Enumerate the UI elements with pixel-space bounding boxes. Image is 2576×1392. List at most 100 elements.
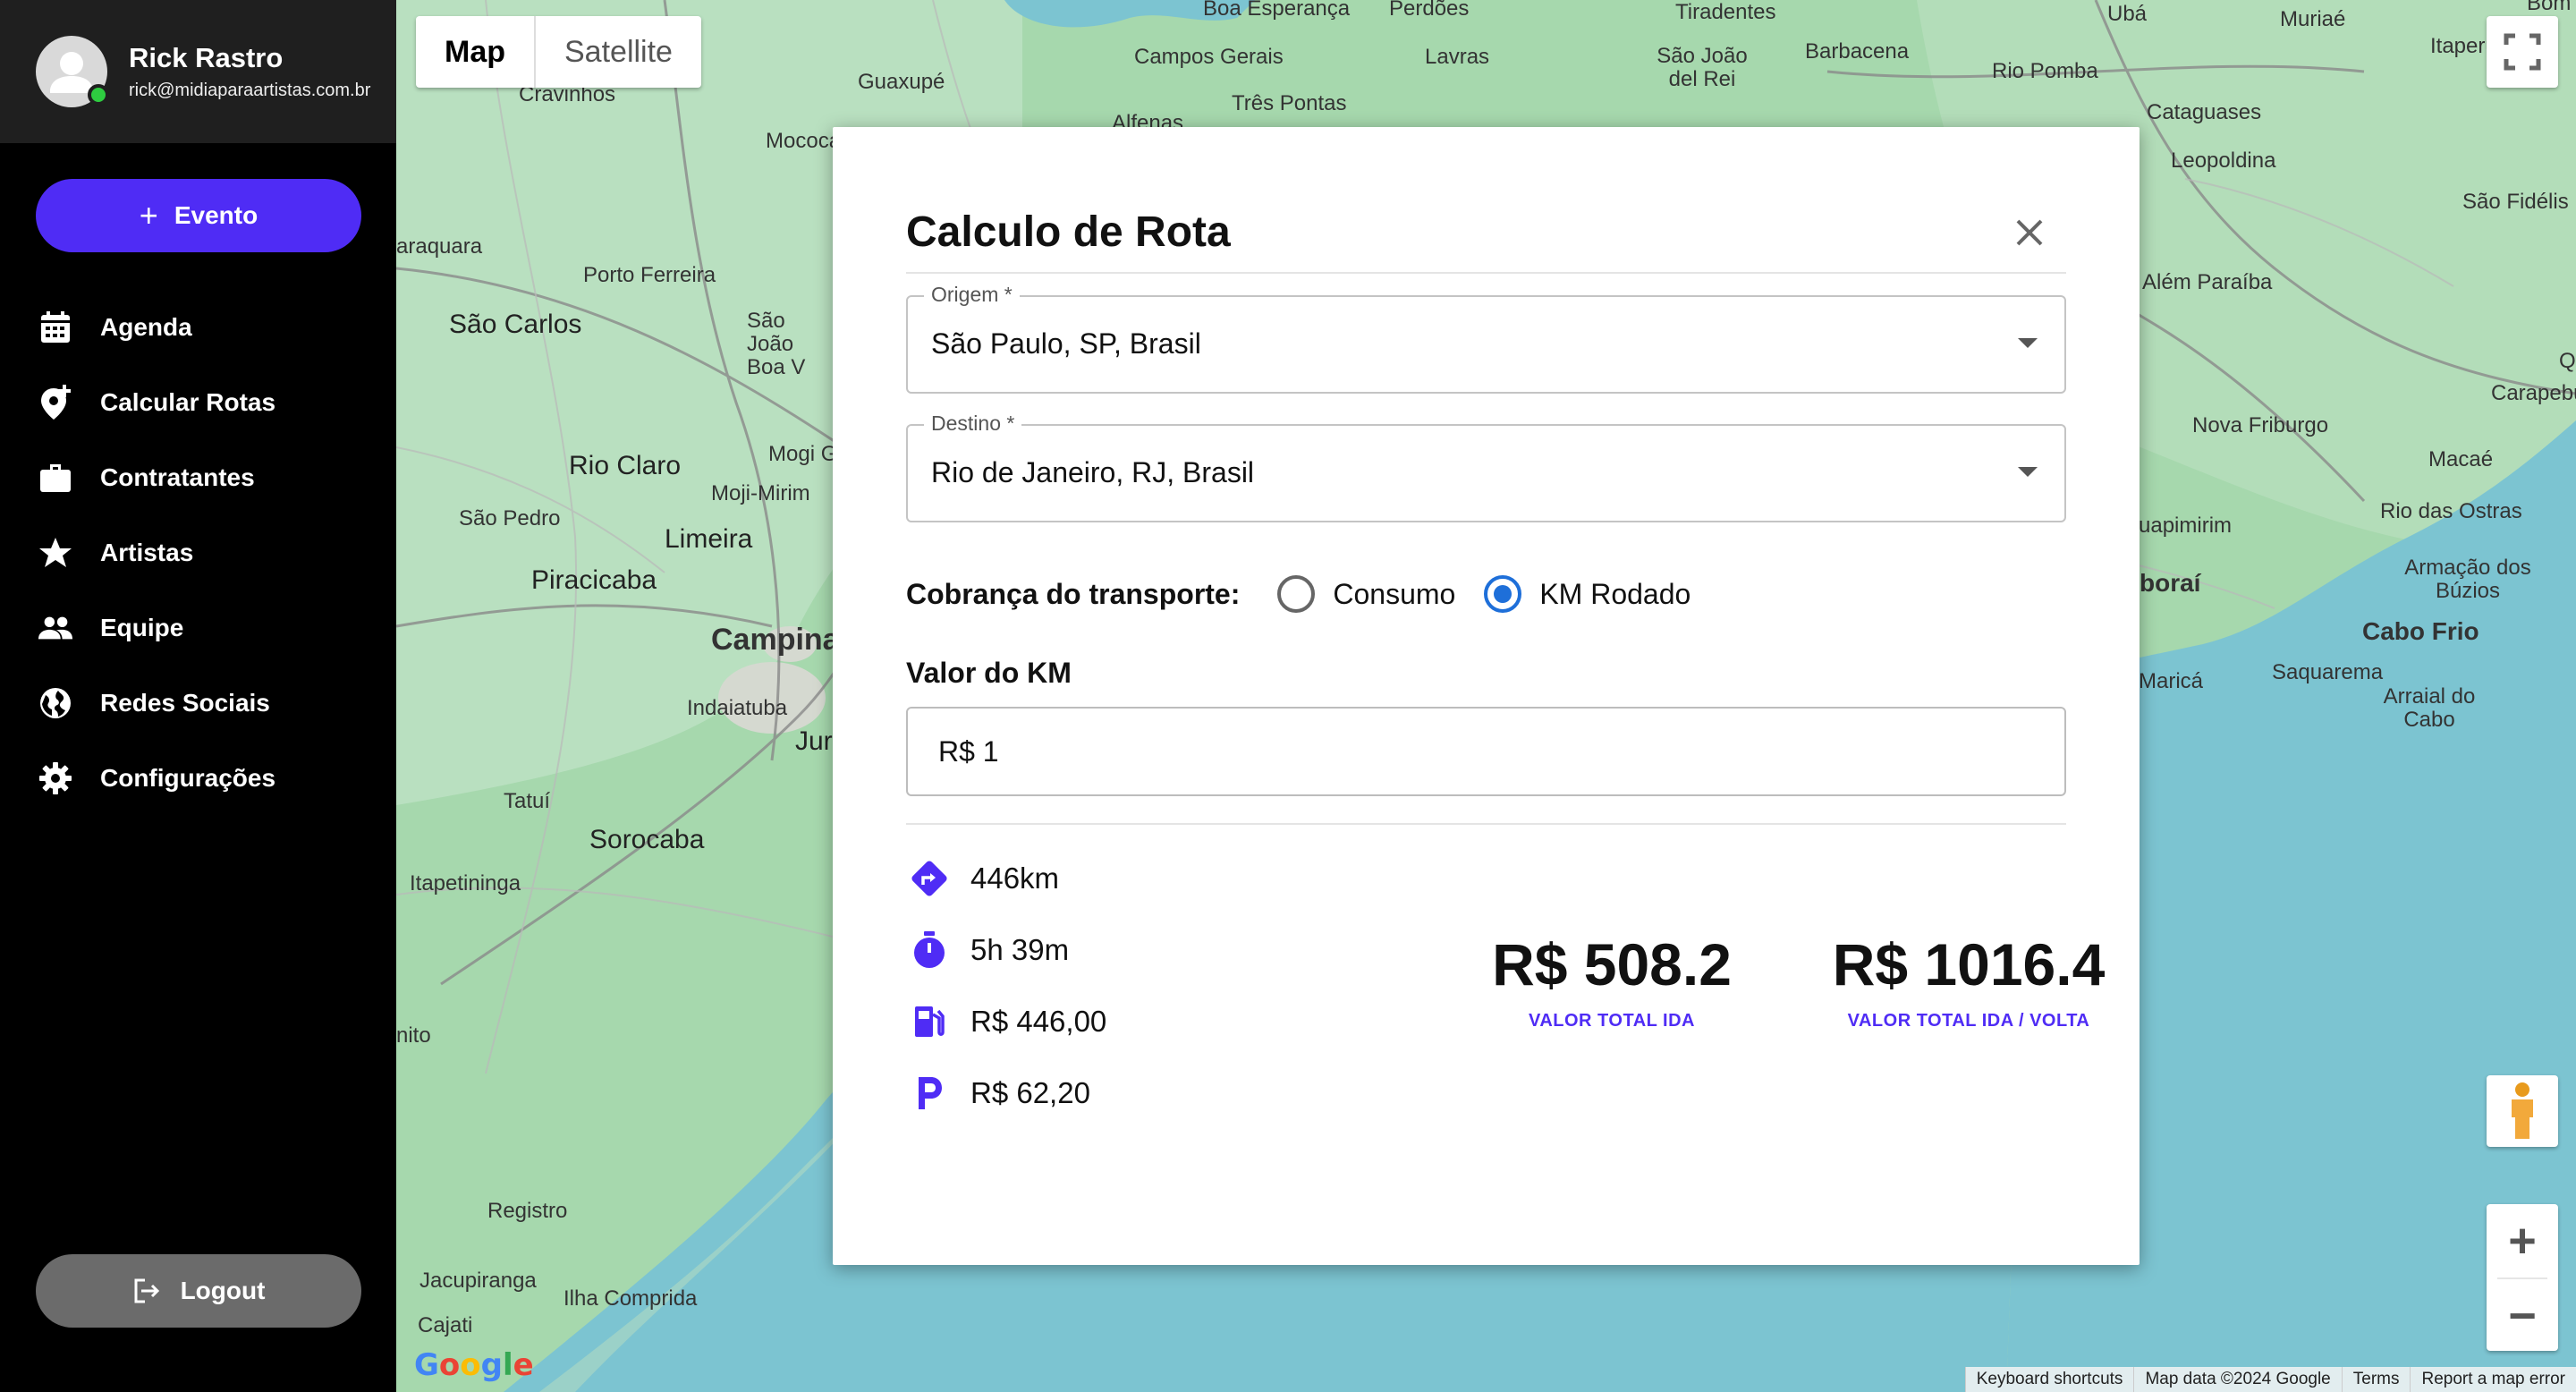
plus-icon: + [139,197,158,233]
total-round-trip-label: VALOR TOTAL IDA / VOLTA [1847,1011,2090,1031]
map-label: uapimirim [2139,514,2233,538]
sidebar-item-label: Calcular Rotas [100,388,276,416]
map-type-map[interactable]: Map [416,16,534,88]
add-event-label: Evento [174,201,258,229]
map-label: Rio das Ostras [2380,499,2522,523]
user-email: rick@midiaparaartistas.com.br [129,81,371,100]
modal-title: Calculo de Rota [906,208,1231,256]
gear-icon [38,760,73,796]
destination-label: Destino * [924,412,1022,436]
zoom-in-button[interactable]: + [2487,1204,2558,1277]
origin-label: Origem * [924,283,1020,307]
parking-cost-stat: R$ 62,20 [910,1068,1090,1118]
sidebar: Rick Rastro rick@midiaparaartistas.com.b… [0,0,396,1392]
map-label: Tatuí [504,789,551,813]
modal-header-divider [906,272,2066,274]
map-label: Porto Ferreira [583,263,716,287]
transport-charge-group: Cobrança do transporte: Consumo KM Rodad… [906,567,1719,621]
map-label: Cabo Frio [2362,617,2479,645]
fuel-cost-value: R$ 446,00 [970,1005,1107,1038]
keyboard-shortcuts-link[interactable]: Keyboard shortcuts [1964,1367,2134,1392]
map-label: Além Paraíba [2142,270,2273,294]
map-label: Muriaé [2280,7,2346,31]
street-view-button[interactable] [2487,1075,2558,1147]
sidebar-nav: Agenda Calcular Rotas Contratantes Artis… [0,290,396,816]
map-label: Lavras [1425,45,1490,69]
total-one-way-value: R$ 508.2 [1492,931,1732,997]
map-label: Cajati [418,1313,473,1337]
map-type-toggle: Map Satellite [416,16,701,88]
zoom-out-button[interactable]: − [2487,1279,2558,1353]
sidebar-item-label: Configurações [100,764,276,792]
map-label: Ubá [2107,2,2148,26]
profile-header: Rick Rastro rick@midiaparaartistas.com.b… [0,0,396,143]
map-label: araquara [396,234,483,259]
terms-link[interactable]: Terms [2341,1367,2411,1392]
logout-button[interactable]: Logout [36,1254,361,1328]
map-label: São João Boa V [747,309,806,379]
fuel-cost-stat: R$ 446,00 [910,997,1106,1047]
origin-select[interactable]: Origem * São Paulo, SP, Brasil [906,283,2066,394]
briefcase-icon [38,460,73,496]
sidebar-item-equipe[interactable]: Equipe [0,590,396,666]
map-label: Jur [795,726,833,756]
map-label: Perdões [1389,0,1470,21]
radio-label: KM Rodado [1539,577,1691,610]
destination-select[interactable]: Destino * Rio de Janeiro, RJ, Brasil [906,412,2066,522]
destination-value: Rio de Janeiro, RJ, Brasil [931,456,1255,488]
radio-circle[interactable] [1277,575,1316,613]
map-label: Q [2559,349,2576,373]
map-label: Carapebu [2491,381,2576,405]
sidebar-item-artistas[interactable]: Artistas [0,515,396,590]
map-label: Nova Friburgo [2192,413,2329,437]
map-label: Campos Gerais [1134,45,1284,69]
timer-icon [910,930,949,970]
calendar-icon [38,310,73,345]
map-data-attribution: Map data ©2024 Google [2133,1367,2341,1392]
map-label: Barbacena [1805,39,1910,64]
logout-icon [132,1277,161,1304]
distance-value: 446km [970,862,1060,895]
duration-value: 5h 39m [970,933,1070,966]
transport-charge-label: Cobrança do transporte: [906,577,1241,610]
fullscreen-button[interactable] [2487,16,2558,88]
close-button[interactable] [2012,215,2047,250]
radio-km-rodado[interactable]: KM Rodado [1484,575,1690,613]
map-label: boraí [2140,569,2201,597]
map-type-satellite[interactable]: Satellite [536,16,701,88]
km-value-input[interactable]: R$ 1 [906,707,2066,796]
avatar[interactable] [36,36,109,107]
map-label: Boa Esperança [1203,0,1351,21]
map-label: Tiradentes [1675,0,1776,24]
add-event-button[interactable]: + Evento [36,179,361,252]
km-value-label: Valor do KM [906,657,1072,689]
map-label: São Pedro [459,506,561,530]
sidebar-item-contratantes[interactable]: Contratantes [0,440,396,515]
map-label: Arraial do Cabo [2383,684,2476,732]
sidebar-item-agenda[interactable]: Agenda [0,290,396,365]
radio-consumo[interactable]: Consumo [1277,575,1455,613]
fuel-icon [910,1002,949,1041]
chevron-down-icon [2018,467,2038,477]
user-name: Rick Rastro [129,42,284,73]
radio-circle-checked[interactable] [1484,575,1522,613]
map-label: Piracicaba [531,565,657,595]
sidebar-item-configuracoes[interactable]: Configurações [0,741,396,816]
star-icon [38,535,73,571]
sidebar-item-label: Contratantes [100,463,255,491]
zoom-control: + − [2487,1204,2558,1351]
report-map-error-link[interactable]: Report a map error [2410,1367,2576,1392]
parking-cost-value: R$ 62,20 [970,1076,1090,1109]
close-icon [2016,219,2043,246]
sidebar-item-calcular-rotas[interactable]: Calcular Rotas [0,365,396,440]
map-label: Bom Jes [2527,0,2576,15]
sidebar-item-label: Artistas [100,539,194,566]
map-label: São Carlos [449,310,582,339]
map-label: Leopoldina [2171,149,2276,173]
globe-icon [38,685,73,721]
map-label: Campina [711,623,840,657]
map-label: Limeira [665,524,753,554]
fullscreen-icon [2504,33,2541,71]
sidebar-item-redes-sociais[interactable]: Redes Sociais [0,666,396,741]
total-round-trip: R$ 1016.4 VALOR TOTAL IDA / VOLTA [1799,930,2139,1031]
